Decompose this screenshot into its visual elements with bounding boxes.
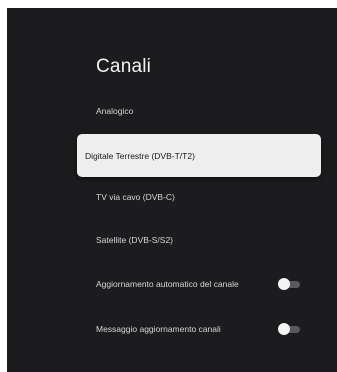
- toggle-knob: [278, 278, 290, 290]
- menu-item-label: Analogico: [96, 106, 134, 116]
- menu-item-label: Satellite (DVB-S/S2): [96, 235, 173, 245]
- update-message-toggle[interactable]: [278, 323, 300, 335]
- page-title: Canali: [96, 56, 152, 77]
- auto-update-toggle[interactable]: [278, 278, 300, 290]
- menu-item-satellite[interactable]: Satellite (DVB-S/S2): [82, 221, 320, 259]
- menu-item-aggiornamento-automatico[interactable]: Aggiornamento automatico del canale: [82, 265, 320, 303]
- menu-item-label: TV via cavo (DVB-C): [96, 192, 175, 202]
- menu-item-analogico[interactable]: Analogico: [82, 92, 320, 130]
- menu-item-tv-via-cavo[interactable]: TV via cavo (DVB-C): [82, 178, 320, 216]
- menu-item-digitale-terrestre[interactable]: Digitale Terrestre (DVB-T/T2): [77, 134, 321, 177]
- menu-item-label: Aggiornamento automatico del canale: [96, 279, 239, 289]
- tv-settings-screen: Canali Analogico Digitale Terrestre (DVB…: [7, 8, 337, 372]
- toggle-knob: [278, 323, 290, 335]
- menu-item-label: Messaggio aggiornamento canali: [96, 324, 221, 334]
- menu-item-label: Digitale Terrestre (DVB-T/T2): [85, 150, 195, 161]
- menu-item-messaggio-aggiornamento[interactable]: Messaggio aggiornamento canali: [82, 310, 320, 348]
